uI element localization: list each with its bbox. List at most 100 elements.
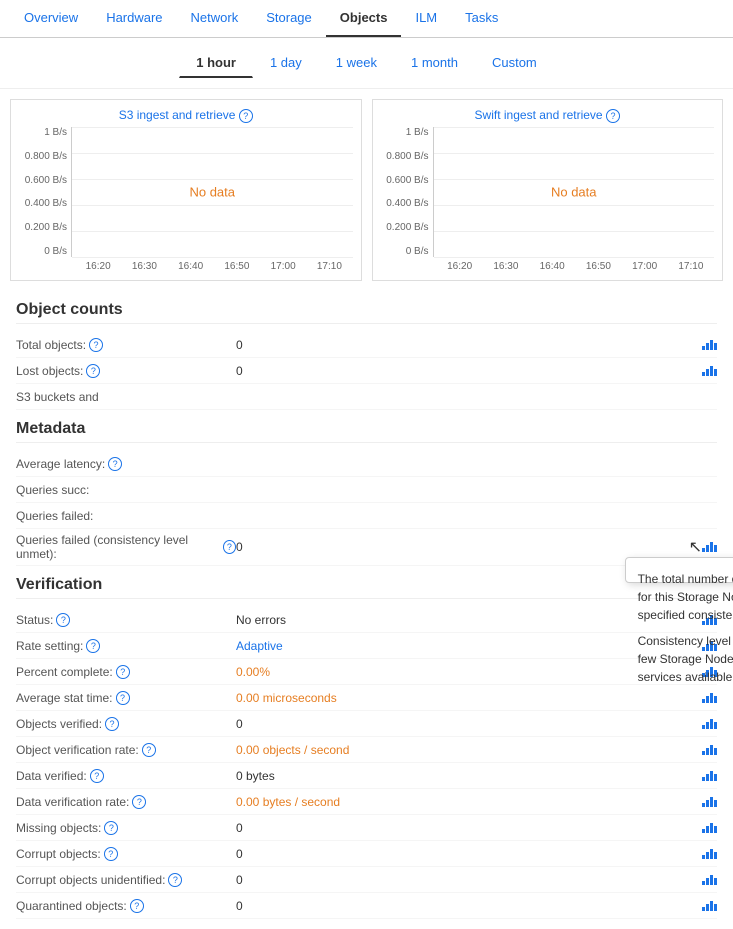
verification-help-4[interactable]: ? (105, 717, 119, 731)
top-nav: OverviewHardwareNetworkStorageObjectsILM… (0, 0, 733, 38)
verification-help-9[interactable]: ? (104, 847, 118, 861)
time-tab-1-week[interactable]: 1 week (319, 48, 394, 78)
verification-chart-11[interactable] (702, 901, 717, 911)
verification-label-7: Data verification rate:? (16, 795, 236, 809)
verification-chart-6[interactable] (702, 771, 717, 781)
tooltip-box: The total number of metadata store queri… (625, 557, 733, 583)
time-tab-custom[interactable]: Custom (475, 48, 554, 78)
verification-section: Verification Status:?No errorsRate setti… (0, 576, 733, 929)
verification-help-11[interactable]: ? (130, 899, 144, 913)
tooltip-para1: The total number of metadata store queri… (638, 570, 733, 624)
no-data-label-1: No data (551, 185, 597, 200)
verification-chart-9[interactable] (702, 849, 717, 859)
chart-area-1: No data (433, 127, 715, 257)
verification-value-10: 0 (236, 873, 702, 887)
metadata-row-3: Queries failed (consistency level unmet)… (16, 529, 717, 566)
metadata-section: Metadata Average latency:? Queries succ: Q… (0, 420, 733, 576)
verification-row-4: Objects verified:?0 (16, 711, 717, 737)
metadata-chart-3[interactable] (702, 542, 717, 552)
chart-box-1: Swift ingest and retrieve ? 1 B/s0.800 B/… (372, 99, 724, 281)
object-counts-label-2: S3 buckets and (16, 390, 236, 404)
verification-row-3: Average stat time:?0.00 microseconds (16, 685, 717, 711)
verification-chart-3[interactable] (702, 693, 717, 703)
chart-box-0: S3 ingest and retrieve ? 1 B/s0.800 B/s0.… (10, 99, 362, 281)
verification-row-7: Data verification rate:?0.00 bytes / sec… (16, 789, 717, 815)
verification-chart-7[interactable] (702, 797, 717, 807)
object-counts-chart-0[interactable] (702, 340, 717, 350)
verification-help-8[interactable]: ? (104, 821, 118, 835)
verification-title: Verification (16, 576, 717, 599)
time-tab-1-day[interactable]: 1 day (253, 48, 319, 78)
charts-row: S3 ingest and retrieve ? 1 B/s0.800 B/s0.… (0, 89, 733, 291)
time-tab-1-hour[interactable]: 1 hour (179, 48, 253, 78)
chart-title-1: Swift ingest and retrieve ? (381, 108, 715, 123)
metadata-help-3[interactable]: ? (223, 540, 236, 554)
verification-chart-5[interactable] (702, 745, 717, 755)
nav-item-overview[interactable]: Overview (10, 0, 92, 37)
verification-label-0: Status:? (16, 613, 236, 627)
x-axis-0: 16:2016:3016:4016:5017:0017:10 (19, 261, 353, 272)
object-counts-help-1[interactable]: ? (86, 364, 100, 378)
metadata-label-3: Queries failed (consistency level unmet)… (16, 533, 236, 561)
metadata-label-0: Average latency:? (16, 457, 236, 471)
verification-value-9: 0 (236, 847, 702, 861)
verification-row-8: Missing objects:?0 (16, 815, 717, 841)
verification-label-3: Average stat time:? (16, 691, 236, 705)
object-counts-row-1: Lost objects:?0 (16, 358, 717, 384)
object-counts-title: Object counts (16, 301, 717, 324)
verification-help-10[interactable]: ? (168, 873, 182, 887)
verification-value-2: 0.00% (236, 665, 702, 679)
chart-help-1[interactable]: ? (606, 109, 620, 123)
nav-item-network[interactable]: Network (177, 0, 253, 37)
nav-item-hardware[interactable]: Hardware (92, 0, 176, 37)
chart-title-0: S3 ingest and retrieve ? (19, 108, 353, 123)
verification-chart-10[interactable] (702, 875, 717, 885)
metadata-row-0: Average latency:? (16, 451, 717, 477)
metadata-label-2: Queries failed: (16, 509, 236, 523)
verification-help-1[interactable]: ? (86, 639, 100, 653)
verification-help-6[interactable]: ? (90, 769, 104, 783)
verification-value-3: 0.00 microseconds (236, 691, 702, 705)
nav-item-storage[interactable]: Storage (252, 0, 326, 37)
metadata-row-2: Queries failed: (16, 503, 717, 529)
verification-help-7[interactable]: ? (132, 795, 146, 809)
verification-help-3[interactable]: ? (116, 691, 130, 705)
metadata-title: Metadata (16, 420, 717, 443)
verification-label-10: Corrupt objects unidentified:? (16, 873, 236, 887)
nav-item-tasks[interactable]: Tasks (451, 0, 512, 37)
verification-label-4: Objects verified:? (16, 717, 236, 731)
verification-help-5[interactable]: ? (142, 743, 156, 757)
time-tab-1-month[interactable]: 1 month (394, 48, 475, 78)
verification-value-6: 0 bytes (236, 769, 702, 783)
verification-label-11: Quarantined objects:? (16, 899, 236, 913)
object-counts-row-2: S3 buckets and (16, 384, 717, 410)
object-counts-chart-1[interactable] (702, 366, 717, 376)
verification-label-2: Percent complete:? (16, 665, 236, 679)
y-axis-1: 1 B/s0.800 B/s0.600 B/s0.400 B/s0.200 B/… (381, 127, 433, 257)
metadata-value-3: 0 (236, 540, 685, 554)
verification-value-0: No errors (236, 613, 702, 627)
object-counts-label-0: Total objects:? (16, 338, 236, 352)
metadata-row-1: Queries succ: (16, 477, 717, 503)
verification-help-2[interactable]: ? (116, 665, 130, 679)
object-counts-label-1: Lost objects:? (16, 364, 236, 378)
verification-chart-4[interactable] (702, 719, 717, 729)
verification-value-5: 0.00 objects / second (236, 743, 702, 757)
nav-item-objects[interactable]: Objects (326, 0, 402, 37)
verification-row-9: Corrupt objects:?0 (16, 841, 717, 867)
metadata-help-0[interactable]: ? (108, 457, 122, 471)
nav-item-ilm[interactable]: ILM (401, 0, 451, 37)
verification-help-0[interactable]: ? (56, 613, 70, 627)
verification-row-11: Quarantined objects:?0 (16, 893, 717, 919)
chart-help-0[interactable]: ? (239, 109, 253, 123)
object-counts-value-0: 0 (236, 338, 702, 352)
verification-chart-8[interactable] (702, 823, 717, 833)
verification-value-7: 0.00 bytes / second (236, 795, 702, 809)
metadata-label-1: Queries succ: (16, 483, 236, 497)
chart-area-0: No data (71, 127, 353, 257)
verification-value-11: 0 (236, 899, 702, 913)
y-axis-0: 1 B/s0.800 B/s0.600 B/s0.400 B/s0.200 B/… (19, 127, 71, 257)
no-data-label-0: No data (189, 185, 235, 200)
object-counts-help-0[interactable]: ? (89, 338, 103, 352)
verification-row-2: Percent complete:?0.00% (16, 659, 717, 685)
